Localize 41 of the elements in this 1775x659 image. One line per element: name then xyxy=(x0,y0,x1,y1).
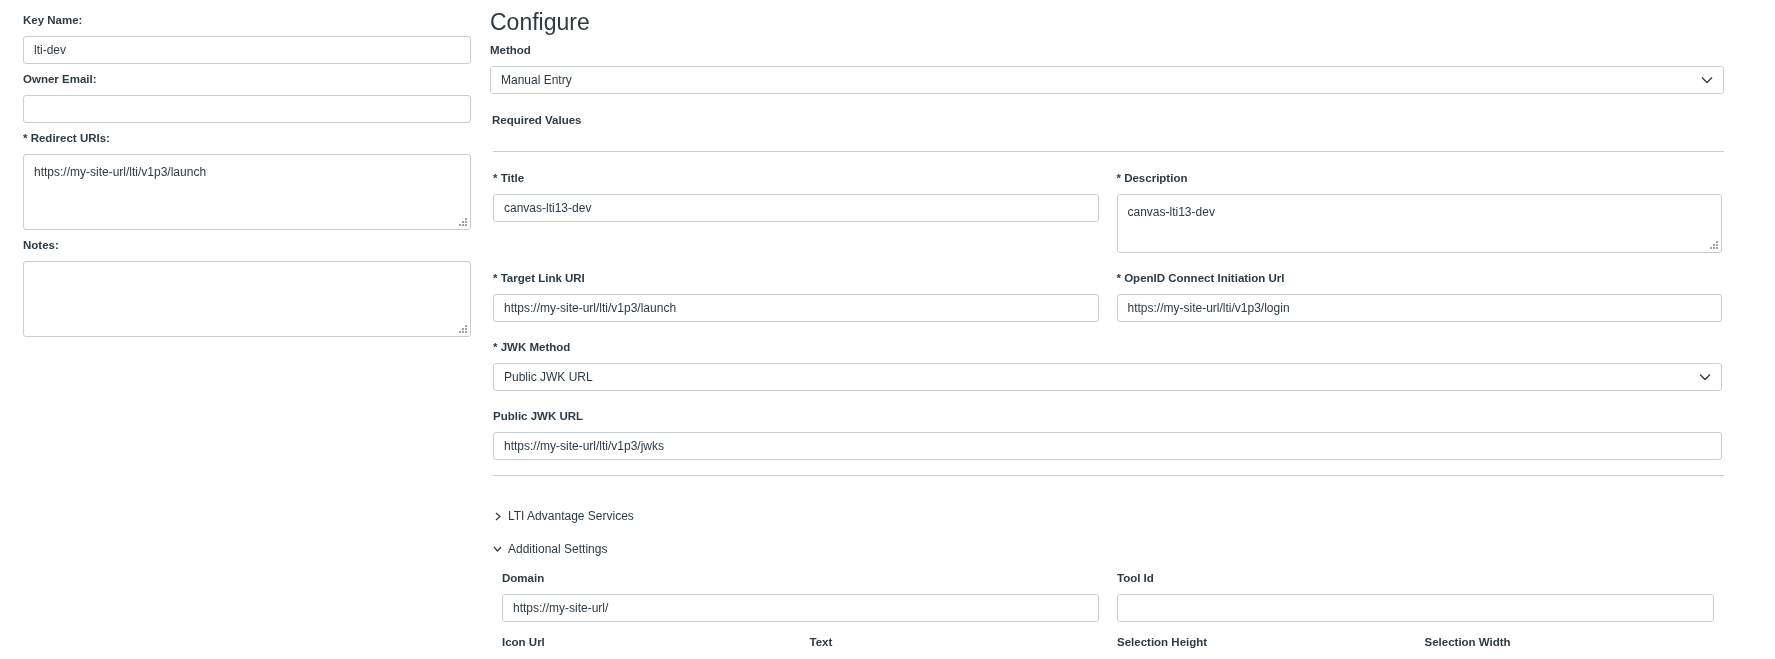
field-label: Method xyxy=(490,43,532,58)
field-label: * Title xyxy=(493,171,526,186)
field-label: Domain xyxy=(502,571,546,586)
field-label: Tool Id xyxy=(1117,571,1155,586)
input-field[interactable]: https://my-site-url/lti/v1p3/jwks xyxy=(493,432,1722,460)
chevron-down-icon xyxy=(1699,373,1711,381)
input-field[interactable]: https://my-site-url/ xyxy=(502,594,1099,622)
input-field[interactable]: canvas-lti13-dev xyxy=(493,194,1099,222)
field-label: Selection Width xyxy=(1424,635,1512,650)
chevron-down-icon xyxy=(1701,76,1713,84)
section-title: Required Values xyxy=(492,113,583,128)
chevron-down-icon xyxy=(493,546,502,552)
text-area[interactable] xyxy=(23,261,471,337)
input-field[interactable] xyxy=(23,95,471,123)
field-label: Key Name: xyxy=(23,13,84,28)
input-field[interactable] xyxy=(1117,594,1714,622)
resize-grip-icon xyxy=(1708,239,1718,249)
text-area[interactable]: https://my-site-url/lti/v1p3/launch xyxy=(23,154,471,230)
section-toggle[interactable]: LTI Advantage Services xyxy=(493,508,634,524)
resize-grip-icon xyxy=(457,216,467,226)
input-field[interactable]: lti-dev xyxy=(23,36,471,64)
resize-grip-icon xyxy=(457,323,467,333)
dropdown[interactable]: Manual Entry xyxy=(490,66,1724,94)
dropdown[interactable]: Public JWK URL xyxy=(493,363,1722,391)
field-label: * Target Link URI xyxy=(493,271,586,286)
field-label: Text xyxy=(809,635,834,650)
input-field[interactable]: https://my-site-url/lti/v1p3/login xyxy=(1116,294,1722,322)
page-heading: Configure xyxy=(490,8,591,35)
text-area[interactable]: canvas-lti13-dev xyxy=(1116,194,1722,253)
field-label: Notes: xyxy=(23,238,60,253)
field-label: Selection Height xyxy=(1117,635,1209,650)
section-toggle[interactable]: Additional Settings xyxy=(493,541,608,557)
field-label: Public JWK URL xyxy=(493,409,585,424)
field-label: * Redirect URIs: xyxy=(23,131,111,146)
field-label: * OpenID Connect Initiation Url xyxy=(1116,271,1286,286)
input-field[interactable]: https://my-site-url/lti/v1p3/launch xyxy=(493,294,1099,322)
field-label: * JWK Method xyxy=(493,340,572,355)
field-label: * Description xyxy=(1116,171,1189,186)
chevron-right-icon xyxy=(494,511,501,521)
field-label: Owner Email: xyxy=(23,72,98,87)
field-label: Icon Url xyxy=(502,635,546,650)
